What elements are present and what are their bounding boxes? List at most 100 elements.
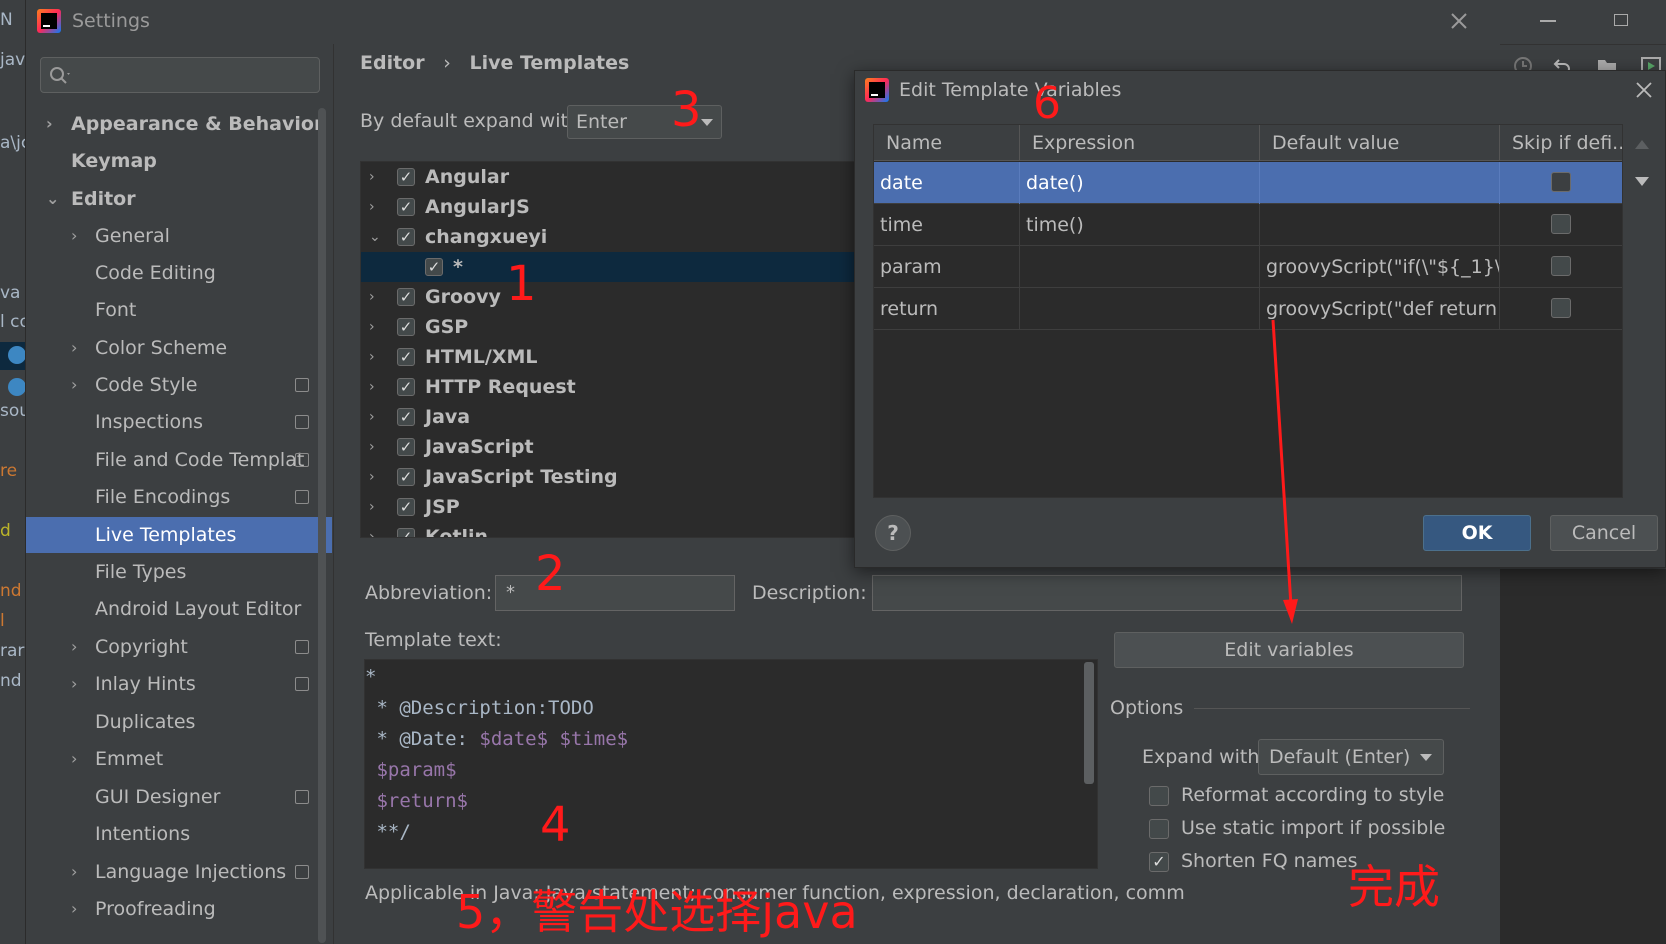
close-icon[interactable] [1636, 82, 1652, 98]
template-checkbox[interactable]: ✓ [397, 168, 415, 186]
reformat-checkbox[interactable] [1149, 786, 1169, 806]
sidebar-item-gui-designer[interactable]: GUI Designer [26, 779, 318, 815]
chevron-right-icon[interactable]: › [369, 402, 375, 432]
template-checkbox[interactable]: ✓ [397, 318, 415, 336]
shorten-fq-option[interactable]: ✓ Shorten FQ names [1149, 850, 1357, 872]
template-checkbox[interactable]: ✓ [397, 348, 415, 366]
template-checkbox[interactable]: ✓ [397, 468, 415, 486]
sidebar-item-general[interactable]: › General [26, 218, 318, 254]
description-input[interactable] [872, 575, 1462, 611]
template-group-row[interactable]: › ✓ JavaScript [361, 432, 859, 462]
template-group-row[interactable]: › ✓ JavaScript Testing [361, 462, 859, 492]
sidebar-item-live-templates[interactable]: Live Templates [26, 517, 332, 553]
template-checkbox[interactable]: ✓ [397, 528, 415, 537]
cell-expression[interactable]: date() [1020, 162, 1260, 204]
template-row-selected[interactable]: ✓ * [361, 252, 859, 282]
sidebar-item-android-layout-editor[interactable]: Android Layout Editor [26, 591, 318, 627]
sidebar-item-duplicates[interactable]: Duplicates [26, 704, 318, 740]
cell-default[interactable] [1260, 204, 1500, 246]
move-down-icon[interactable] [1634, 176, 1650, 188]
template-group-row[interactable]: › ✓ HTTP Request [361, 372, 859, 402]
cancel-button[interactable]: Cancel [1550, 515, 1658, 551]
skip-checkbox[interactable] [1551, 256, 1571, 276]
template-group-row[interactable]: › ✓ HTML/XML [361, 342, 859, 372]
chevron-right-icon[interactable]: › [369, 432, 375, 462]
minimize-icon[interactable] [1540, 20, 1556, 22]
chevron-right-icon[interactable]: › [369, 312, 375, 342]
chevron-right-icon[interactable]: › [369, 162, 375, 192]
template-checkbox[interactable]: ✓ [425, 258, 443, 276]
template-group-row[interactable]: › ✓ Angular [361, 162, 859, 192]
chevron-right-icon[interactable]: › [369, 462, 375, 492]
move-up-icon[interactable] [1634, 138, 1650, 150]
template-group-row[interactable]: › ✓ Groovy [361, 282, 859, 312]
template-group-row[interactable]: › ✓ Java [361, 402, 859, 432]
cell-name[interactable]: param [874, 246, 1020, 288]
close-icon[interactable] [1450, 12, 1468, 30]
cell-expression[interactable] [1020, 288, 1260, 330]
applicable-contexts[interactable]: Applicable in Java; Java statement; cons… [365, 882, 1185, 904]
column-header-skip[interactable]: Skip if defi... [1500, 125, 1622, 161]
cell-default[interactable] [1260, 162, 1500, 204]
sidebar-item-code-editing[interactable]: Code Editing [26, 255, 318, 291]
sidebar-item-appearance[interactable]: › Appearance & Behavior [26, 106, 323, 142]
sidebar-item-emmet[interactable]: › Emmet [26, 741, 318, 777]
template-text-editor[interactable]: * * @Description:TODO * @Date: $date$ $t… [364, 659, 1098, 869]
search-input[interactable] [40, 57, 320, 93]
sidebar-item-color-scheme[interactable]: › Color Scheme [26, 330, 318, 366]
cell-name[interactable]: date [874, 162, 1020, 204]
reformat-option[interactable]: Reformat according to style [1149, 784, 1444, 806]
sidebar-item-editor[interactable]: ⌄ Editor [26, 181, 318, 217]
edit-variables-button[interactable]: Edit variables [1114, 632, 1464, 668]
template-group-row[interactable]: › ✓ JSP [361, 492, 859, 522]
abbreviation-input[interactable]: * [495, 575, 735, 611]
cell-expression[interactable]: time() [1020, 204, 1260, 246]
default-expand-select[interactable]: Enter [567, 105, 722, 139]
cell-name[interactable]: time [874, 204, 1020, 246]
column-header-name[interactable]: Name [874, 125, 1020, 161]
sidebar-item-file-types[interactable]: File Types [26, 554, 318, 590]
table-row[interactable]: date date() [874, 162, 1622, 204]
template-checkbox[interactable]: ✓ [397, 228, 415, 246]
ok-button[interactable]: OK [1423, 515, 1531, 551]
sidebar-item-intentions[interactable]: Intentions [26, 816, 318, 852]
sidebar-item-inspections[interactable]: Inspections [26, 404, 318, 440]
sidebar-item-keymap[interactable]: Keymap [26, 143, 318, 179]
cell-default[interactable]: groovyScript("if(\"${_1}\".... [1260, 246, 1500, 288]
static-import-option[interactable]: Use static import if possible [1149, 817, 1445, 839]
chevron-down-icon[interactable]: ⌄ [369, 222, 381, 252]
sidebar-item-file-code-templates[interactable]: File and Code Templat [26, 442, 318, 478]
template-group-row[interactable]: › ✓ GSP [361, 312, 859, 342]
editor-scrollbar[interactable] [1084, 662, 1094, 784]
sidebar-item-font[interactable]: Font [26, 292, 318, 328]
sidebar-item-inlay-hints[interactable]: › Inlay Hints [26, 666, 318, 702]
table-row[interactable]: param groovyScript("if(\"${_1}\".... [874, 246, 1622, 288]
sidebar-scrollbar[interactable] [318, 108, 326, 943]
template-checkbox[interactable]: ✓ [397, 438, 415, 456]
template-group-row[interactable]: ⌄ ✓ changxueyi [361, 222, 859, 252]
skip-checkbox[interactable] [1551, 172, 1571, 192]
chevron-right-icon[interactable]: › [369, 282, 375, 312]
chevron-right-icon[interactable]: › [369, 372, 375, 402]
help-button[interactable]: ? [875, 515, 911, 551]
table-row[interactable]: return groovyScript("def return... [874, 288, 1622, 330]
sidebar-item-copyright[interactable]: › Copyright [26, 629, 318, 665]
template-checkbox[interactable]: ✓ [397, 288, 415, 306]
template-checkbox[interactable]: ✓ [397, 198, 415, 216]
template-checkbox[interactable]: ✓ [397, 408, 415, 426]
template-group-row[interactable]: › ✓ AngularJS [361, 192, 859, 222]
chevron-right-icon[interactable]: › [369, 492, 375, 522]
cell-name[interactable]: return [874, 288, 1020, 330]
template-checkbox[interactable]: ✓ [397, 498, 415, 516]
column-header-default[interactable]: Default value [1260, 125, 1500, 161]
template-checkbox[interactable]: ✓ [397, 378, 415, 396]
chevron-right-icon[interactable]: › [369, 192, 375, 222]
sidebar-item-language-injections[interactable]: › Language Injections [26, 854, 318, 890]
chevron-right-icon[interactable]: › [369, 522, 375, 537]
table-row[interactable]: time time() [874, 204, 1622, 246]
template-group-row[interactable]: › ✓ Kotlin [361, 522, 859, 537]
skip-checkbox[interactable] [1551, 214, 1571, 234]
skip-checkbox[interactable] [1551, 298, 1571, 318]
column-header-expression[interactable]: Expression [1020, 125, 1260, 161]
sidebar-item-code-style[interactable]: › Code Style [26, 367, 318, 403]
